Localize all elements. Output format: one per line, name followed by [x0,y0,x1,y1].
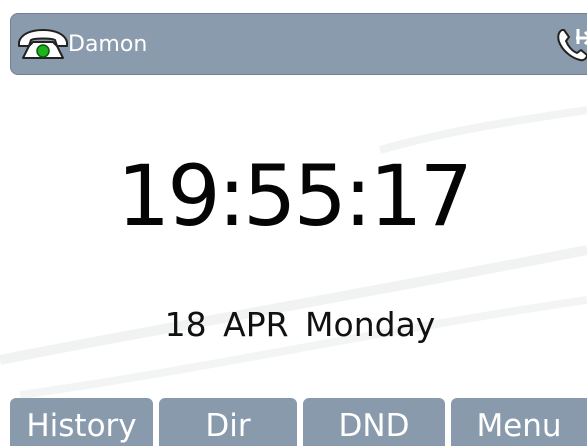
softkey-history[interactable]: History [10,398,153,446]
softkey-dir[interactable]: Dir [159,398,297,446]
softkey-dnd[interactable]: DND [303,398,445,446]
phone-registered-icon [18,29,68,59]
softkey-bar: History Dir DND Menu [0,398,587,446]
softkey-menu[interactable]: Menu [451,398,587,446]
status-bar: Damon [10,13,587,75]
clock-time: 19:55:17 [116,147,473,245]
account-name: Damon [68,32,148,57]
phone-idle-screen: Damon 19:55:17 18 APR Monday History Dir… [0,0,587,446]
call-forward-icon [557,29,587,62]
date-display: 18 APR Monday [164,305,436,344]
